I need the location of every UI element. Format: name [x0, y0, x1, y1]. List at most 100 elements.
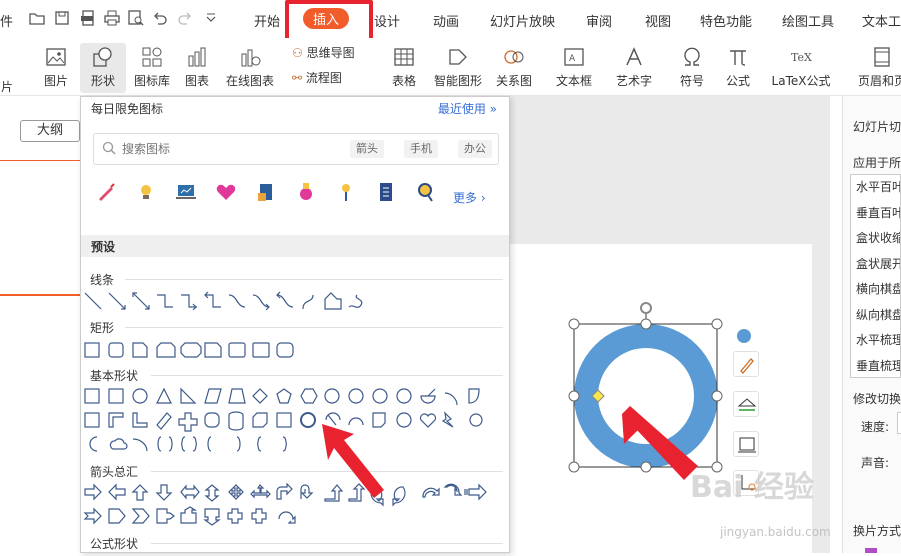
preview-icon[interactable]	[128, 10, 144, 26]
snip-diag-rect[interactable]	[180, 342, 202, 358]
transition-item[interactable]: 纵向棋盘	[851, 303, 900, 329]
moon-shape[interactable]	[89, 436, 98, 452]
heart-shape[interactable]	[419, 413, 437, 428]
undo-icon[interactable]	[152, 10, 168, 26]
freeform-shape[interactable]	[324, 292, 342, 310]
arrow-shapes-grid[interactable]	[83, 483, 493, 527]
transition-item[interactable]: 横向棋盘	[851, 277, 900, 303]
laptop-chart-icon[interactable]	[175, 181, 197, 203]
double-brace-shape[interactable]	[180, 436, 198, 452]
right-brace-shape[interactable]	[282, 436, 288, 452]
tab-start[interactable]: 开始	[254, 11, 280, 30]
resize-handle-tl[interactable]	[568, 318, 580, 330]
basic-shapes-grid[interactable]	[83, 387, 493, 457]
rectangle-shape[interactable]	[84, 342, 100, 358]
resize-handle-r[interactable]	[711, 390, 723, 402]
snip-round-rect[interactable]	[204, 342, 222, 358]
trapezoid-shape[interactable]	[228, 388, 246, 404]
layout-icon[interactable]	[733, 431, 759, 457]
transition-item[interactable]: 盒状展开	[851, 252, 900, 278]
picture-button[interactable]: 图片	[38, 46, 74, 89]
redo-icon[interactable]	[177, 10, 193, 26]
medal-icon[interactable]	[295, 181, 317, 203]
resize-handle-tr[interactable]	[711, 318, 723, 330]
vertical-textbox-shape[interactable]	[108, 388, 124, 404]
heart-pulse-icon[interactable]	[215, 181, 237, 203]
scribble-shape[interactable]	[348, 294, 363, 308]
icon-search-box[interactable]: 箭头 手机 办公	[93, 133, 499, 165]
l-shape[interactable]	[132, 412, 148, 428]
textbox-shape[interactable]	[84, 388, 100, 404]
curved-left-arrow-shape[interactable]	[392, 486, 406, 507]
tag-arrow[interactable]: 箭头	[350, 140, 384, 158]
tag-office[interactable]: 办公	[458, 140, 492, 158]
quad-arrow-shape[interactable]	[228, 484, 244, 500]
minus-icon[interactable]	[737, 329, 751, 343]
octagon-shape[interactable]	[348, 388, 364, 404]
down-arrow-shape[interactable]	[155, 484, 173, 501]
right-arrow-shape[interactable]	[84, 483, 102, 501]
flowchart-button[interactable]: ⚯ 流程图	[292, 69, 372, 86]
formula-button[interactable]: 公式	[720, 46, 756, 89]
magnifier-icon[interactable]	[415, 181, 437, 203]
curved-down-arrow-shape[interactable]	[443, 483, 463, 496]
bevel-shape[interactable]	[276, 412, 292, 428]
curved-arrow-connector[interactable]	[252, 294, 270, 311]
transition-item[interactable]: 垂直梳理	[851, 354, 900, 380]
table-button[interactable]: 表格	[386, 46, 422, 89]
resize-handle-bl[interactable]	[568, 461, 580, 473]
resize-handle-b[interactable]	[640, 461, 652, 473]
left-right-arrow-shape[interactable]	[180, 484, 200, 500]
triangle-shape[interactable]	[156, 387, 172, 404]
left-arrow-shape[interactable]	[108, 483, 126, 501]
line-shapes-row[interactable]	[83, 291, 373, 313]
rocket-icon[interactable]	[95, 181, 117, 203]
right-bracket-shape[interactable]	[236, 436, 241, 452]
elbow-double-arrow[interactable]	[204, 291, 221, 308]
decagon-shape[interactable]	[372, 388, 388, 404]
rotate-handle[interactable]	[640, 302, 652, 314]
tab-features[interactable]: 特色功能	[700, 11, 752, 30]
tab-drawing-tools[interactable]: 绘图工具	[782, 11, 834, 30]
save-icon[interactable]	[54, 10, 70, 26]
tag-phone[interactable]: 手机	[404, 140, 438, 158]
down-arrow-callout-shape[interactable]	[203, 508, 221, 526]
circular-arrow-shape[interactable]	[278, 511, 296, 524]
right-arrow-callout-shape[interactable]	[156, 508, 175, 524]
more-icons-link[interactable]: 更多 ›	[453, 189, 486, 206]
donut-shape-option[interactable]	[300, 412, 316, 428]
chevron-arrow-shape[interactable]	[131, 508, 150, 524]
parallelogram-shape[interactable]	[204, 388, 222, 404]
round-corner-rect[interactable]	[228, 342, 246, 358]
up-arrow-callout-shape[interactable]	[180, 506, 198, 524]
transition-item[interactable]: 水平百叶	[851, 175, 900, 201]
plaque-shape[interactable]	[204, 412, 220, 428]
left-right-up-arrow-shape[interactable]	[250, 484, 271, 499]
elbow-arrow-connector[interactable]	[181, 294, 197, 311]
shape-button[interactable]: 形状	[80, 43, 126, 93]
rounded-rect-shape[interactable]	[108, 342, 124, 358]
frame-shape[interactable]	[84, 412, 100, 428]
relation-graph-button[interactable]: 关系图	[494, 46, 534, 89]
snip-corner-rect[interactable]	[132, 342, 148, 358]
curved-connector[interactable]	[228, 294, 246, 308]
document-icon[interactable]	[375, 181, 397, 203]
donut-shape-svg[interactable]	[510, 244, 812, 553]
cube-shape[interactable]	[252, 412, 268, 428]
chord-shape[interactable]	[444, 392, 458, 406]
sun-shape[interactable]	[469, 413, 483, 427]
tab-text-tools[interactable]: 文本工	[862, 11, 901, 30]
tab-animation[interactable]: 动画	[433, 11, 459, 30]
mindmap-button[interactable]: ⚇ 思维导图	[292, 44, 372, 61]
folder-icon[interactable]	[29, 10, 45, 26]
lightbulb-icon[interactable]	[135, 181, 157, 203]
left-brace-shape[interactable]	[256, 436, 262, 452]
ellipse-shape[interactable]	[132, 388, 148, 404]
pentagon-arrow-shape[interactable]	[108, 508, 126, 524]
can-shape[interactable]	[228, 411, 244, 431]
chart-button[interactable]: 图表	[182, 46, 212, 89]
transition-item[interactable]: 垂直百叶	[851, 201, 900, 227]
elbow-connector[interactable]	[157, 294, 173, 308]
textbox-button[interactable]: A 文本框	[550, 46, 598, 89]
tab-slideshow[interactable]: 幻灯片放映	[490, 11, 555, 30]
